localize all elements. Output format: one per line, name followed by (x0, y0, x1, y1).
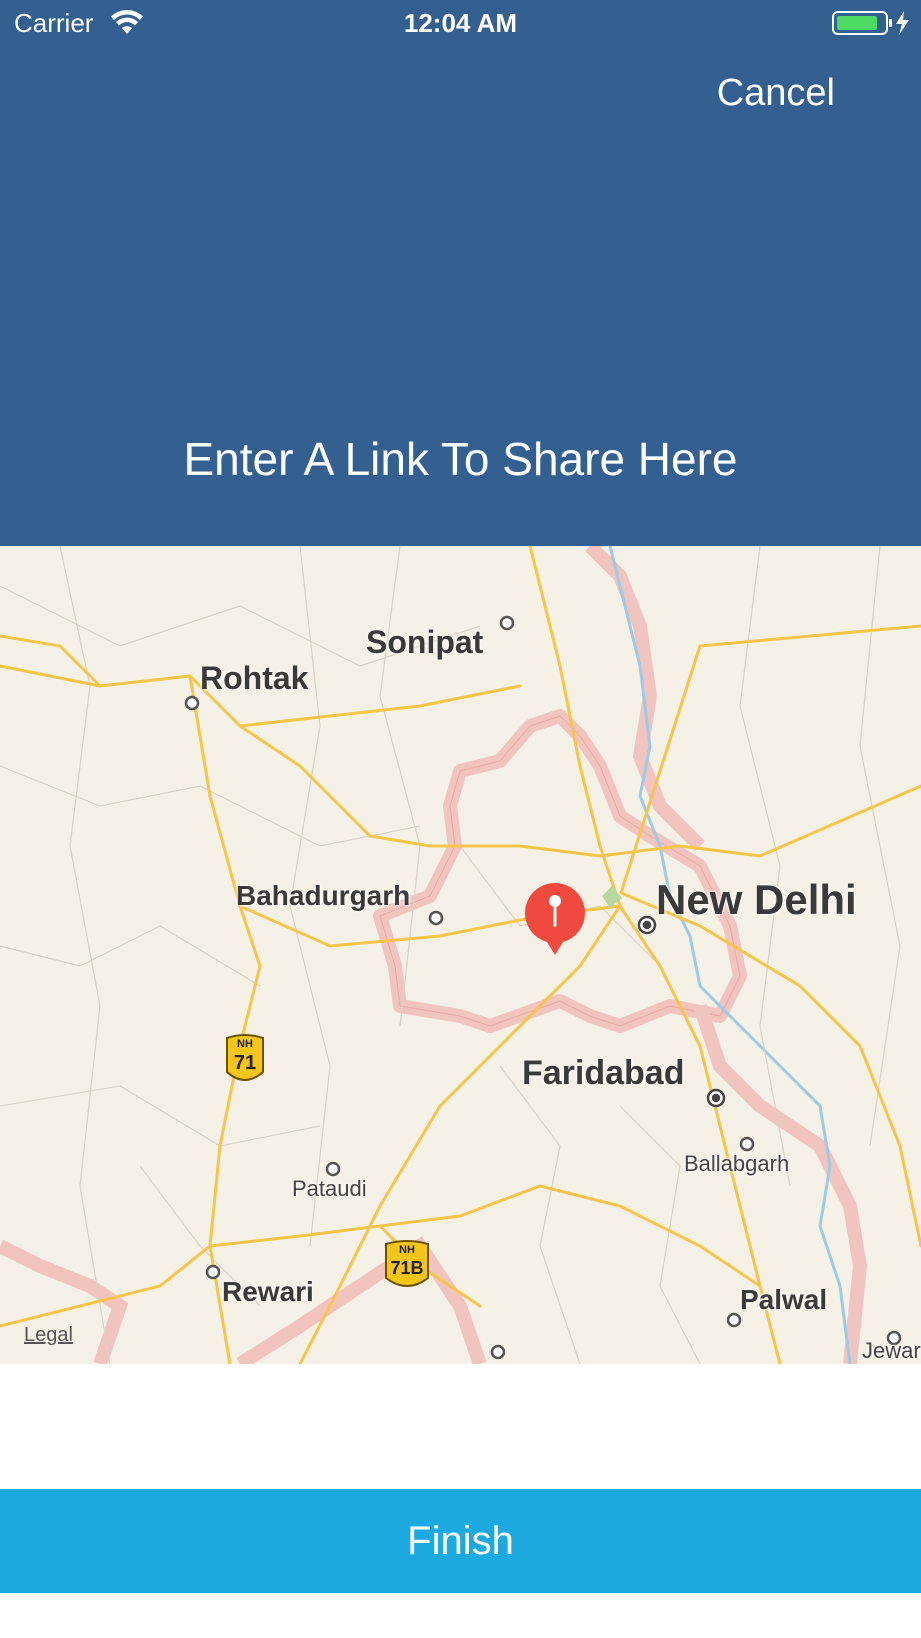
map-label-rewari: Rewari (222, 1276, 314, 1307)
highway-shield-nh71b: NH 71B (384, 1238, 430, 1294)
finish-button[interactable]: Finish (0, 1489, 921, 1593)
highway-prefix: NH (399, 1244, 415, 1256)
status-bar: Carrier 12:04 AM (0, 0, 921, 46)
map-label-pataudi: Pataudi (292, 1176, 367, 1201)
cancel-button[interactable]: Cancel (717, 72, 835, 115)
map-label-faridabad: Faridabad (522, 1054, 685, 1092)
highway-prefix: NH (237, 1038, 253, 1050)
legal-link[interactable]: Legal (24, 1324, 73, 1347)
link-prompt[interactable]: Enter A Link To Share Here (0, 432, 921, 486)
battery-charging-icon (832, 10, 912, 41)
map-label-new-delhi: New Delhi (656, 876, 857, 923)
map-pin-icon[interactable] (523, 881, 587, 957)
header: Carrier 12:04 AM Cancel Enter A Link To … (0, 0, 921, 546)
map-view[interactable]: Sonipat Rohtak Bahadurgarh New Delhi Far… (0, 546, 921, 1364)
map-label-palwal: Palwal (740, 1284, 828, 1315)
map-roads (0, 546, 921, 1364)
highway-number: 71 (233, 1052, 257, 1074)
map-label-ballabgarh: Ballabgarh (684, 1151, 790, 1176)
map-label-rohtak: Rohtak (200, 660, 309, 696)
map-label-bahadurgarh: Bahadurgarh (236, 880, 411, 911)
highway-shield-nh71: NH 71 (225, 1032, 265, 1088)
clock: 12:04 AM (403, 8, 518, 38)
map-label-jewar: Jewar (862, 1338, 921, 1363)
map-label-sonipat: Sonipat (366, 624, 484, 660)
highway-number: 71B (390, 1258, 424, 1278)
